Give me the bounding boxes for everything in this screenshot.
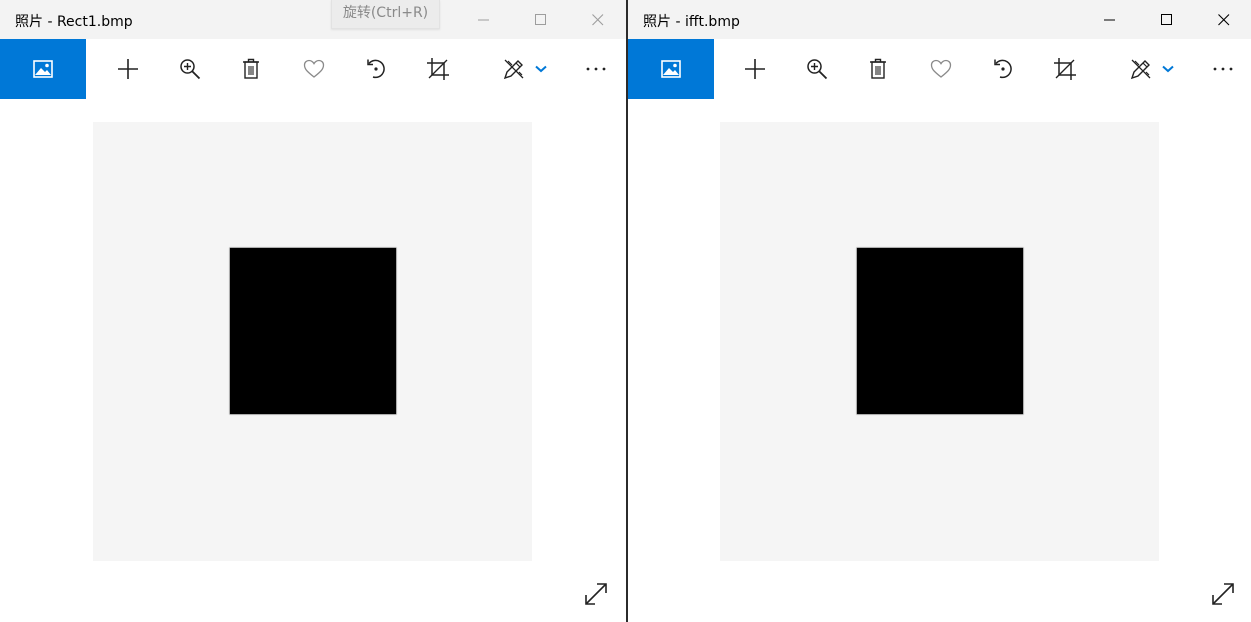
chevron-down-icon (535, 65, 547, 73)
fullscreen-button[interactable] (577, 575, 615, 613)
rotate-icon (994, 59, 1012, 79)
window-title: 照片 - Rect1.bmp (15, 14, 133, 30)
fullscreen-button[interactable] (1204, 575, 1242, 613)
chevron-down-icon (1162, 65, 1174, 73)
black-square (857, 248, 1023, 414)
zoom-button[interactable] (167, 39, 213, 99)
black-square (230, 248, 396, 414)
zoom-in-icon (807, 59, 828, 80)
maximize-icon (1160, 13, 1172, 25)
toolbar (0, 39, 626, 99)
maximize-icon (534, 13, 546, 25)
photo-icon (661, 60, 681, 78)
more-icon (586, 67, 606, 71)
more-button[interactable] (573, 39, 619, 99)
see-all-photos-button[interactable] (628, 39, 714, 99)
title-bar[interactable]: 照片 - ifft.bmp (628, 0, 1251, 39)
crop-icon (1054, 58, 1076, 80)
zoom-button[interactable] (794, 39, 840, 99)
more-button[interactable] (1200, 39, 1246, 99)
crop-button[interactable] (415, 39, 461, 99)
close-button[interactable] (1195, 0, 1251, 39)
delete-button[interactable] (855, 39, 901, 99)
rotate-icon (367, 59, 385, 79)
crop-icon (427, 58, 449, 80)
plus-icon (118, 59, 138, 79)
expand-icon (1212, 583, 1234, 605)
minimize-button[interactable] (455, 0, 512, 39)
plus-icon (745, 59, 765, 79)
image-canvas[interactable] (720, 122, 1159, 561)
favorite-button[interactable] (918, 39, 964, 99)
edit-create-dropdown[interactable] (1146, 39, 1190, 99)
zoom-in-icon (180, 59, 201, 80)
close-icon (591, 13, 603, 25)
delete-button[interactable] (228, 39, 274, 99)
photos-window-left: 照片 - Rect1.bmp 旋转(Ctrl+R) (0, 0, 626, 622)
minimize-button[interactable] (1081, 0, 1138, 39)
more-icon (1213, 67, 1233, 71)
rotate-button[interactable] (353, 39, 399, 99)
add-to-button[interactable] (732, 39, 778, 99)
favorite-button[interactable] (291, 39, 337, 99)
minimize-icon (477, 19, 489, 20)
see-all-photos-button[interactable] (0, 39, 86, 99)
title-bar[interactable]: 照片 - Rect1.bmp (0, 0, 626, 39)
photo-icon (33, 60, 53, 78)
heart-icon (303, 59, 325, 78)
add-to-button[interactable] (105, 39, 151, 99)
trash-icon (243, 58, 259, 79)
photos-window-right: 照片 - ifft.bmp (628, 0, 1251, 622)
rotate-button[interactable] (980, 39, 1026, 99)
rotate-tooltip: 旋转(Ctrl+R) (331, 0, 440, 29)
maximize-button[interactable] (1138, 0, 1195, 39)
expand-icon (585, 583, 607, 605)
edit-create-dropdown[interactable] (519, 39, 563, 99)
close-icon (1217, 13, 1229, 25)
close-button[interactable] (569, 0, 626, 39)
minimize-icon (1103, 19, 1115, 20)
toolbar (628, 39, 1251, 99)
window-title: 照片 - ifft.bmp (643, 14, 740, 30)
trash-icon (870, 58, 886, 79)
maximize-button[interactable] (512, 0, 569, 39)
image-canvas[interactable] (93, 122, 532, 561)
crop-button[interactable] (1042, 39, 1088, 99)
heart-icon (930, 59, 952, 78)
